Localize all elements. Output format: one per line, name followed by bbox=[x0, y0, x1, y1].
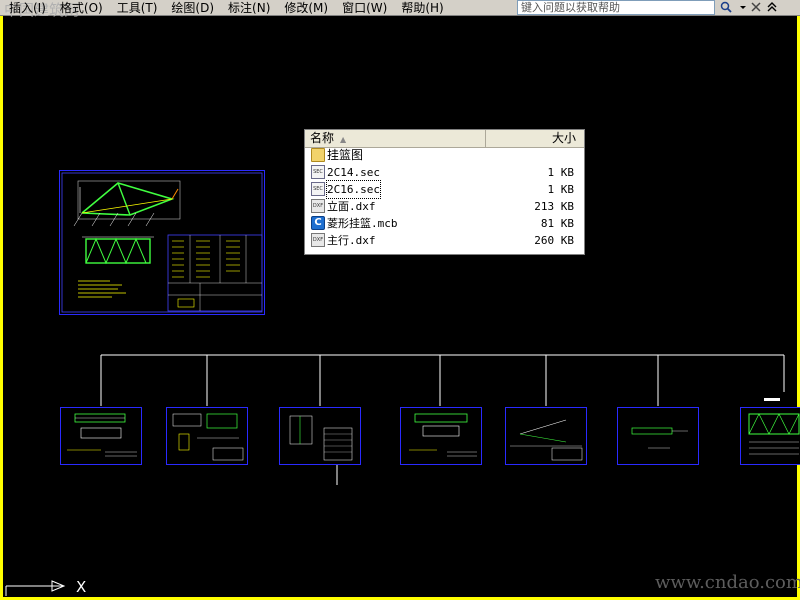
sheet-3-graphic bbox=[289, 415, 353, 461]
sheet-tree-lines bbox=[5, 354, 785, 596]
sheet-7-label-bar bbox=[764, 398, 780, 401]
drawing-sheet-2[interactable] bbox=[166, 407, 248, 465]
sheet-2-graphic bbox=[172, 413, 244, 461]
drawing-sheet-1[interactable] bbox=[60, 407, 142, 465]
ucs-x-axis-label: X bbox=[76, 578, 87, 596]
sheet-4-graphic bbox=[409, 413, 477, 457]
sheet-7-graphic bbox=[748, 413, 800, 455]
sheet-5-graphic bbox=[510, 419, 583, 461]
drawing-sheet-3[interactable] bbox=[279, 407, 361, 465]
drawing-sheet-4[interactable] bbox=[400, 407, 482, 465]
drawing-sheet-6[interactable] bbox=[617, 407, 699, 465]
sheet-6-graphic bbox=[631, 427, 688, 449]
drawing-sheet-7[interactable] bbox=[740, 407, 800, 465]
watermark: www.cndao.com bbox=[655, 572, 800, 593]
drawing-sheet-5[interactable] bbox=[505, 407, 587, 465]
sheet-1-graphic bbox=[67, 413, 137, 457]
